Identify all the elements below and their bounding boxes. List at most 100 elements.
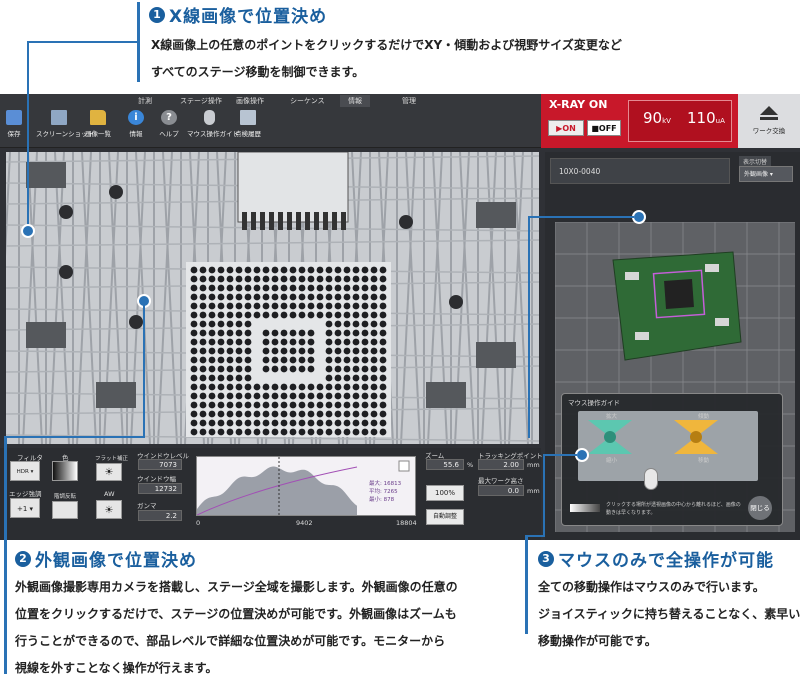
xray-solder-ball xyxy=(244,428,252,436)
xray-solder-ball xyxy=(316,428,324,436)
work-swap-button[interactable]: ワーク交換 xyxy=(738,94,800,148)
xray-solder-ball xyxy=(379,401,387,409)
xray-solder-ball xyxy=(199,392,207,400)
edge-select[interactable]: +1 ▾ xyxy=(10,498,40,518)
xray-solder-ball xyxy=(217,347,225,355)
tab-image[interactable]: 画像操作 xyxy=(236,96,264,106)
xray-solder-ball xyxy=(271,302,279,310)
tracking-field[interactable]: 2.00 xyxy=(478,459,524,470)
ua-readout[interactable]: 110uA xyxy=(687,109,725,127)
xray-solder-ball xyxy=(217,284,225,292)
xray-solder-ball xyxy=(244,356,252,364)
camera-pcb-part xyxy=(715,318,729,326)
xray-solder-ball xyxy=(334,365,342,373)
mouse-guide-button[interactable]: マウス操作ガイド xyxy=(187,110,239,146)
tab-info[interactable]: 情報 xyxy=(340,95,370,107)
xray-solder-ball xyxy=(280,338,288,346)
xray-solder-ball xyxy=(316,293,324,301)
zoom-100-button[interactable]: 100% xyxy=(426,485,464,501)
xray-solder-ball xyxy=(271,347,279,355)
close-guide-button[interactable]: 閉じる xyxy=(748,496,772,520)
callout-dot-2b xyxy=(632,210,646,224)
histogram-panel[interactable]: 最大: 16813 平均: 7265 最小: 878 xyxy=(196,456,416,516)
image-list-label: 画像一覧 xyxy=(85,130,111,138)
xray-solder-ball xyxy=(343,302,351,310)
xray-solder-ball xyxy=(343,329,351,337)
mouse-icon xyxy=(644,468,658,490)
xray-solder-ball xyxy=(226,365,234,373)
gamma-field[interactable]: 2.2 xyxy=(138,510,182,521)
tab-stage[interactable]: ステージ操作 xyxy=(180,96,222,106)
xray-solder-ball xyxy=(307,329,315,337)
xray-chip-pin xyxy=(287,212,292,230)
xray-solder-ball xyxy=(271,392,279,400)
xray-solder-ball xyxy=(280,410,288,418)
xray-solder-ball xyxy=(370,266,378,274)
xray-solder-ball xyxy=(253,311,261,319)
xray-solder-ball xyxy=(379,347,387,355)
xray-solder-ball xyxy=(262,383,270,391)
xray-solder-ball xyxy=(316,266,324,274)
help-icon: ? xyxy=(161,110,177,125)
xray-solder-ball xyxy=(298,266,306,274)
xray-solder-ball xyxy=(271,365,279,373)
auto-window-button[interactable]: ☀ xyxy=(96,500,122,519)
help-button[interactable]: ? ヘルプ xyxy=(149,110,189,146)
color-map-select[interactable] xyxy=(52,461,78,481)
tab-admin[interactable]: 管理 xyxy=(402,96,416,106)
xray-solder-ball xyxy=(343,392,351,400)
camera-sample-id: 10X0-0040 xyxy=(550,158,730,184)
xray-solder-ball xyxy=(226,410,234,418)
annotation-3-line: 移動操作が可能です。 xyxy=(538,634,657,648)
screenshot-button[interactable]: スクリーンショット xyxy=(36,110,94,146)
image-list-button[interactable]: 画像一覧 xyxy=(78,110,118,146)
xray-solder-ball xyxy=(217,392,225,400)
xray-solder-ball xyxy=(325,320,333,328)
kv-readout[interactable]: 90kV xyxy=(643,109,671,127)
xray-solder-ball xyxy=(361,410,369,418)
tab-sequence[interactable]: シーケンス xyxy=(290,96,325,106)
xray-solder-ball xyxy=(325,383,333,391)
callout-line-1-drop xyxy=(27,41,29,229)
xray-solder-ball xyxy=(298,428,306,436)
xray-solder-ball xyxy=(217,275,225,283)
xray-solder-ball xyxy=(244,311,252,319)
xray-solder-ball xyxy=(343,410,351,418)
xray-solder-ball xyxy=(235,392,243,400)
tilt-arrows-icon xyxy=(674,420,718,454)
xray-solder-ball xyxy=(343,320,351,328)
xray-solder-ball xyxy=(280,392,288,400)
invert-button[interactable] xyxy=(52,501,78,519)
xray-off-button[interactable]: ■OFF xyxy=(587,120,621,136)
inspection-history-button[interactable]: 点検履歴 xyxy=(228,110,268,146)
max-height-field[interactable]: 0.0 xyxy=(478,485,524,496)
flat-correction-button[interactable]: ☀ xyxy=(96,463,122,481)
xray-solder-ball xyxy=(190,320,198,328)
xray-solder-ball xyxy=(379,311,387,319)
xray-on-button[interactable]: ▶ON xyxy=(548,120,584,136)
tab-measure[interactable]: 計測 xyxy=(138,96,152,106)
xray-solder-ball xyxy=(235,419,243,427)
xray-solder-ball xyxy=(343,266,351,274)
xray-solder-ball xyxy=(361,302,369,310)
zoom-field[interactable]: 55.6 xyxy=(426,459,464,470)
xray-solder-ball xyxy=(262,356,270,364)
xray-solder-ball xyxy=(262,293,270,301)
window-level-field[interactable]: 7073 xyxy=(138,459,182,470)
filter-select[interactable]: HDR ▾ xyxy=(10,461,40,481)
xray-image-view[interactable] xyxy=(6,152,539,444)
auto-adjust-button[interactable]: 自動調整 xyxy=(426,509,464,525)
xray-solder-ball xyxy=(298,347,306,355)
xray-solder-ball xyxy=(379,266,387,274)
xray-solder-ball xyxy=(217,428,225,436)
view-switch-select[interactable]: 外観画像 ▾ xyxy=(739,166,793,182)
checklist-icon xyxy=(240,110,256,125)
xray-solder-ball xyxy=(226,320,234,328)
xray-solder-ball xyxy=(298,275,306,283)
xray-solder-ball xyxy=(262,419,270,427)
xray-solder-ball xyxy=(307,302,315,310)
xray-solder-ball xyxy=(343,428,351,436)
xray-solder-ball xyxy=(325,329,333,337)
window-width-field[interactable]: 12732 xyxy=(138,483,182,494)
xray-chip-pin xyxy=(314,212,319,230)
